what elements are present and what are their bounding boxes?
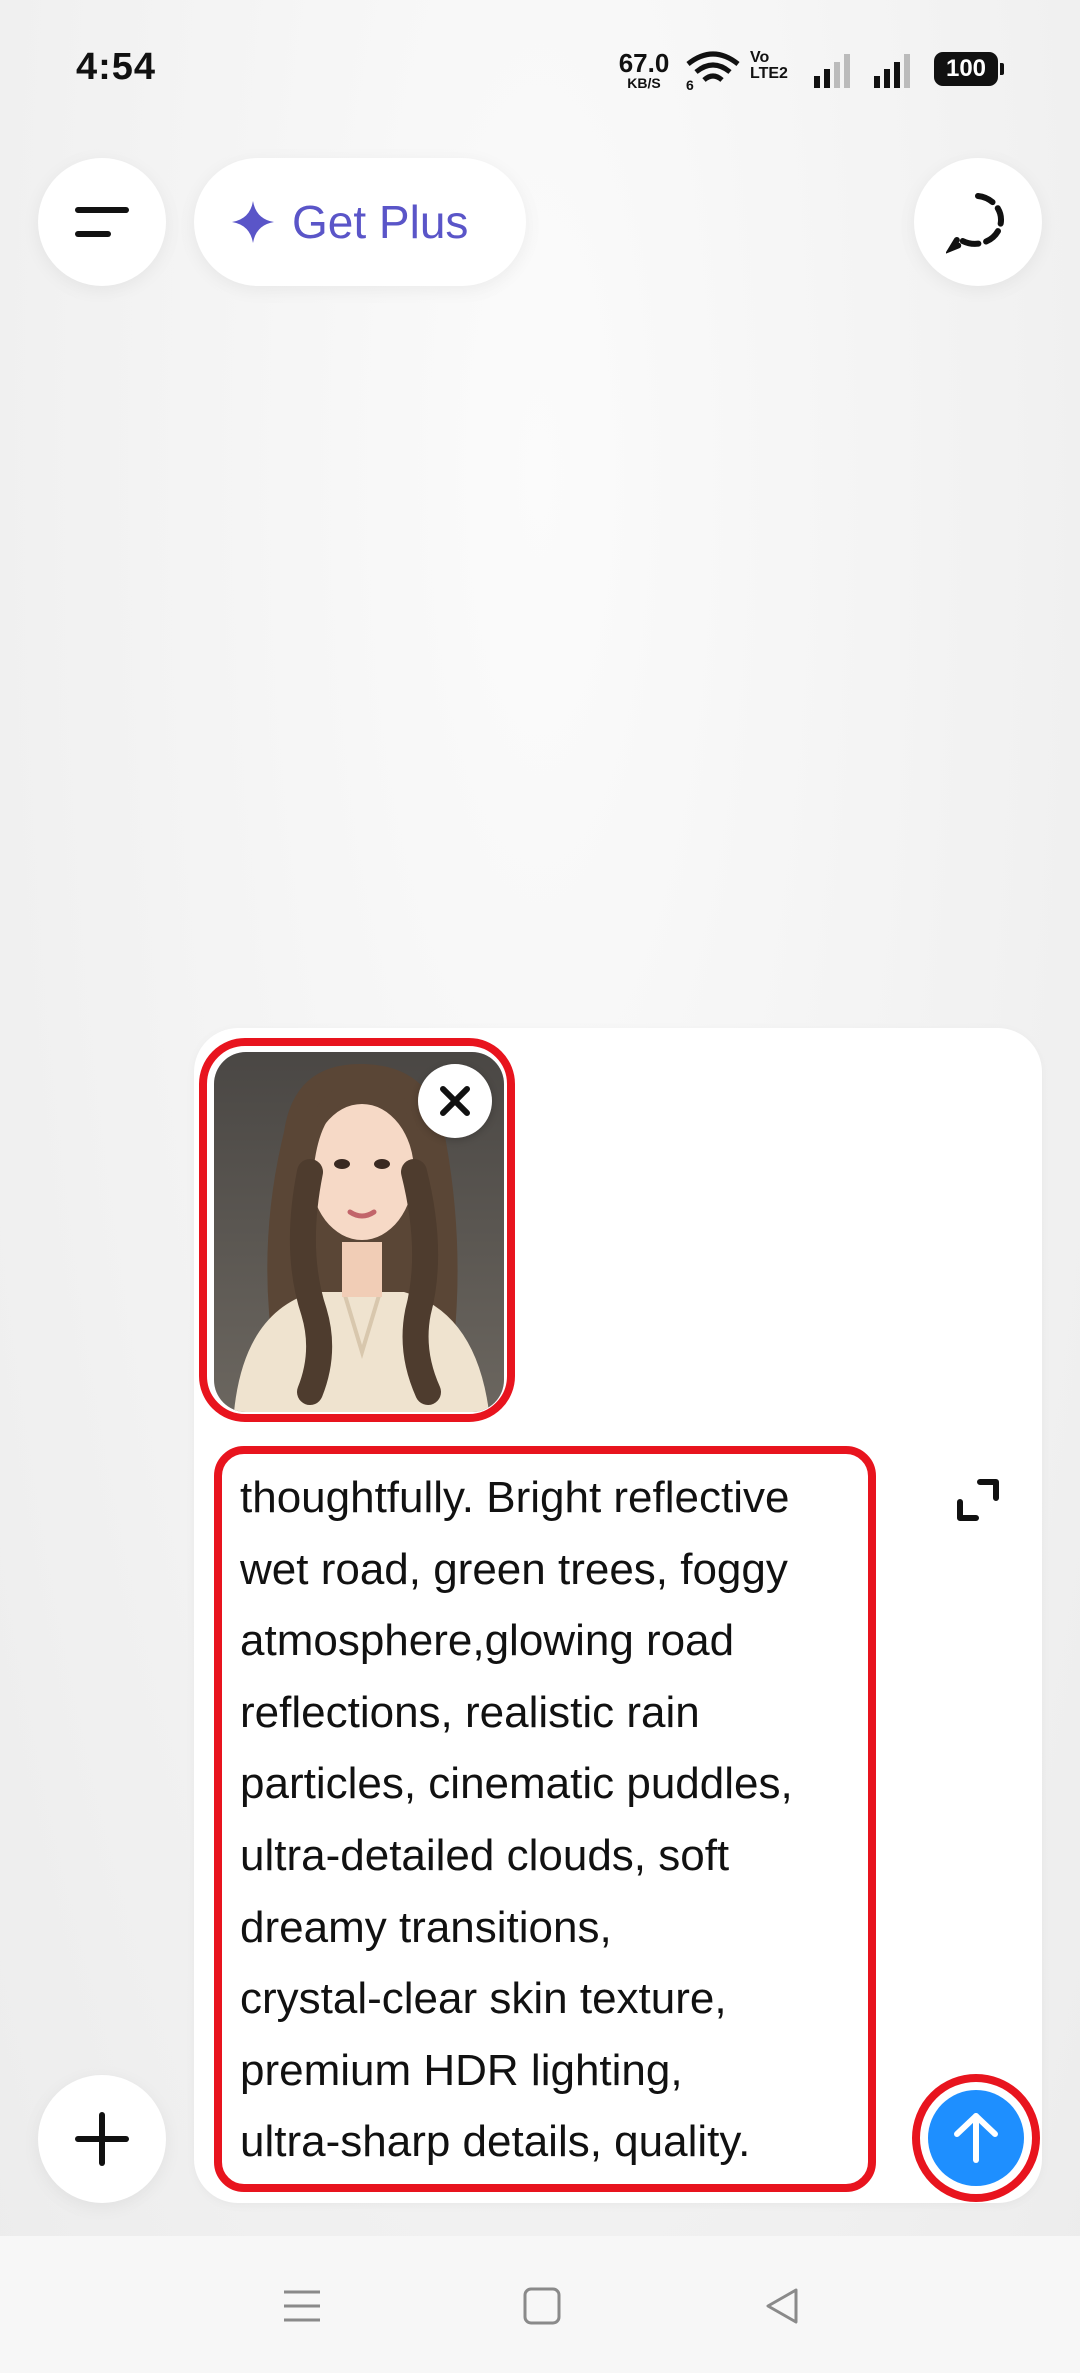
prompt-line: ultra-detailed clouds, soft xyxy=(240,1830,730,1880)
signal-icon-sim2 xyxy=(874,54,910,88)
network-speed: 67.0 KB/S xyxy=(616,50,672,90)
wifi-label: 6 xyxy=(686,77,694,90)
temporary-chat-button[interactable] xyxy=(914,158,1042,286)
menu-button[interactable] xyxy=(38,158,166,286)
prompt-line: wet road, green trees, foggy xyxy=(240,1544,788,1594)
prompt-line: atmosphere,glowing road xyxy=(240,1616,735,1666)
get-plus-button[interactable]: Get Plus xyxy=(194,158,526,286)
prompt-line: reflections, realistic rain xyxy=(240,1687,700,1737)
recents-icon[interactable] xyxy=(282,2286,322,2326)
volte-top: Vo xyxy=(750,49,770,66)
remove-attachment-button[interactable] xyxy=(418,1064,492,1138)
add-attachment-button[interactable] xyxy=(38,2075,166,2203)
network-speed-unit: KB/S xyxy=(627,75,661,91)
get-plus-label: Get Plus xyxy=(292,196,469,248)
status-bar: 4:54 67.0 KB/S 6 Vo LTE2 100 xyxy=(0,0,1080,140)
prompt-line: particles, cinematic puddles, xyxy=(240,1759,793,1809)
prompt-line: premium HDR lighting, xyxy=(240,2045,683,2095)
prompt-line: thoughtfully. Bright reflective xyxy=(240,1473,790,1522)
back-icon[interactable] xyxy=(762,2286,802,2326)
volte-bottom: LTE2 xyxy=(750,65,788,82)
plus-icon xyxy=(75,2112,129,2166)
send-button[interactable] xyxy=(928,2090,1024,2186)
dashed-chat-icon xyxy=(946,193,1004,254)
battery-indicator: 100 xyxy=(934,52,1004,86)
prompt-line: dreamy transitions, xyxy=(240,1902,612,1952)
menu-icon xyxy=(75,207,129,237)
close-icon xyxy=(440,1086,470,1116)
arrow-up-icon xyxy=(954,2113,998,2163)
clock: 4:54 xyxy=(76,46,157,88)
sparkle-icon xyxy=(232,201,274,243)
home-icon[interactable] xyxy=(522,2286,562,2326)
prompt-line: crystal-clear skin texture, xyxy=(240,1974,727,2024)
signal-icon-sim1 xyxy=(814,54,850,88)
prompt-input[interactable]: thoughtfully. Bright reflective wet road… xyxy=(240,1462,870,2178)
prompt-line: ultra-sharp details, quality. xyxy=(240,2117,751,2167)
expand-icon[interactable] xyxy=(956,1478,1000,1522)
volte-indicator: Vo LTE2 xyxy=(750,50,788,82)
network-speed-value: 67.0 xyxy=(618,48,670,78)
wifi-icon: 6 xyxy=(686,51,740,90)
